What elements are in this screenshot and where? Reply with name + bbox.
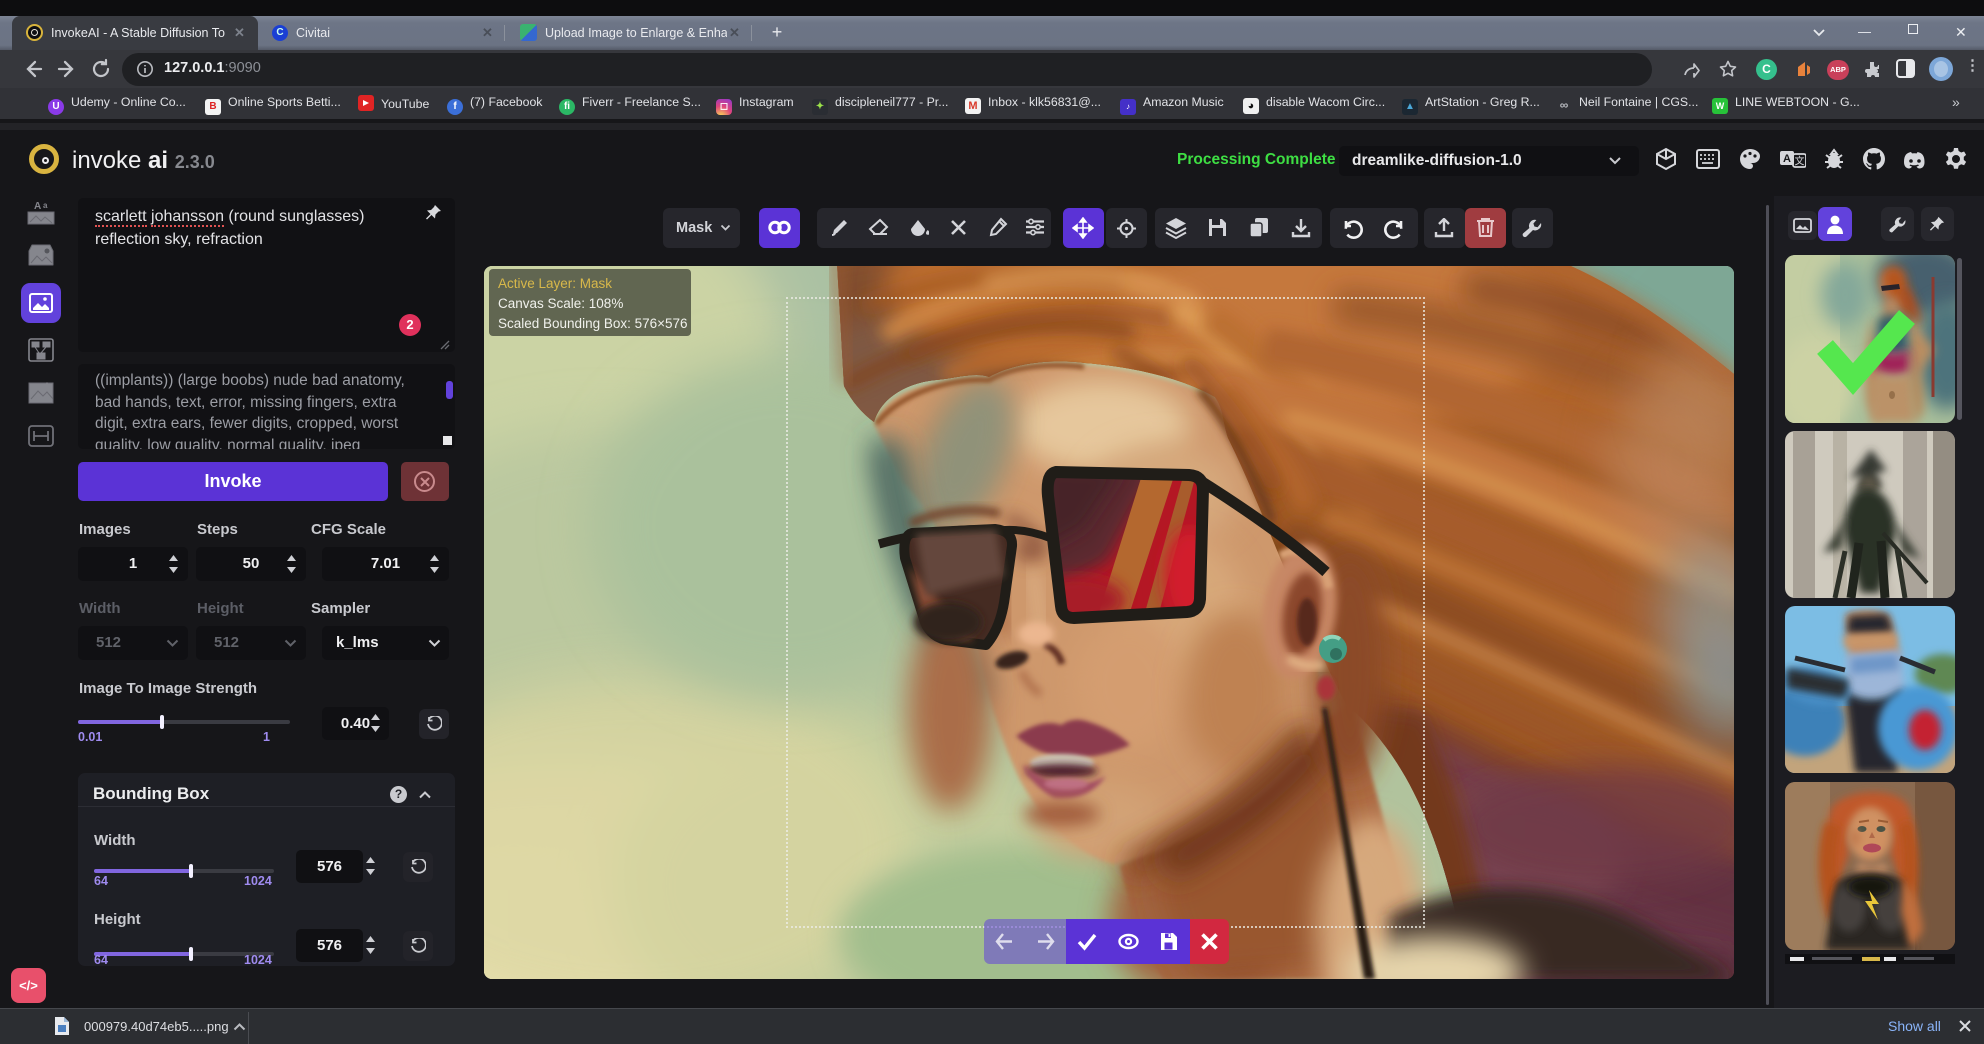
svg-text:文: 文 xyxy=(1795,155,1805,168)
svg-text:A: A xyxy=(34,201,41,212)
svg-text:A: A xyxy=(1783,153,1791,165)
svg-text:a: a xyxy=(43,201,48,210)
